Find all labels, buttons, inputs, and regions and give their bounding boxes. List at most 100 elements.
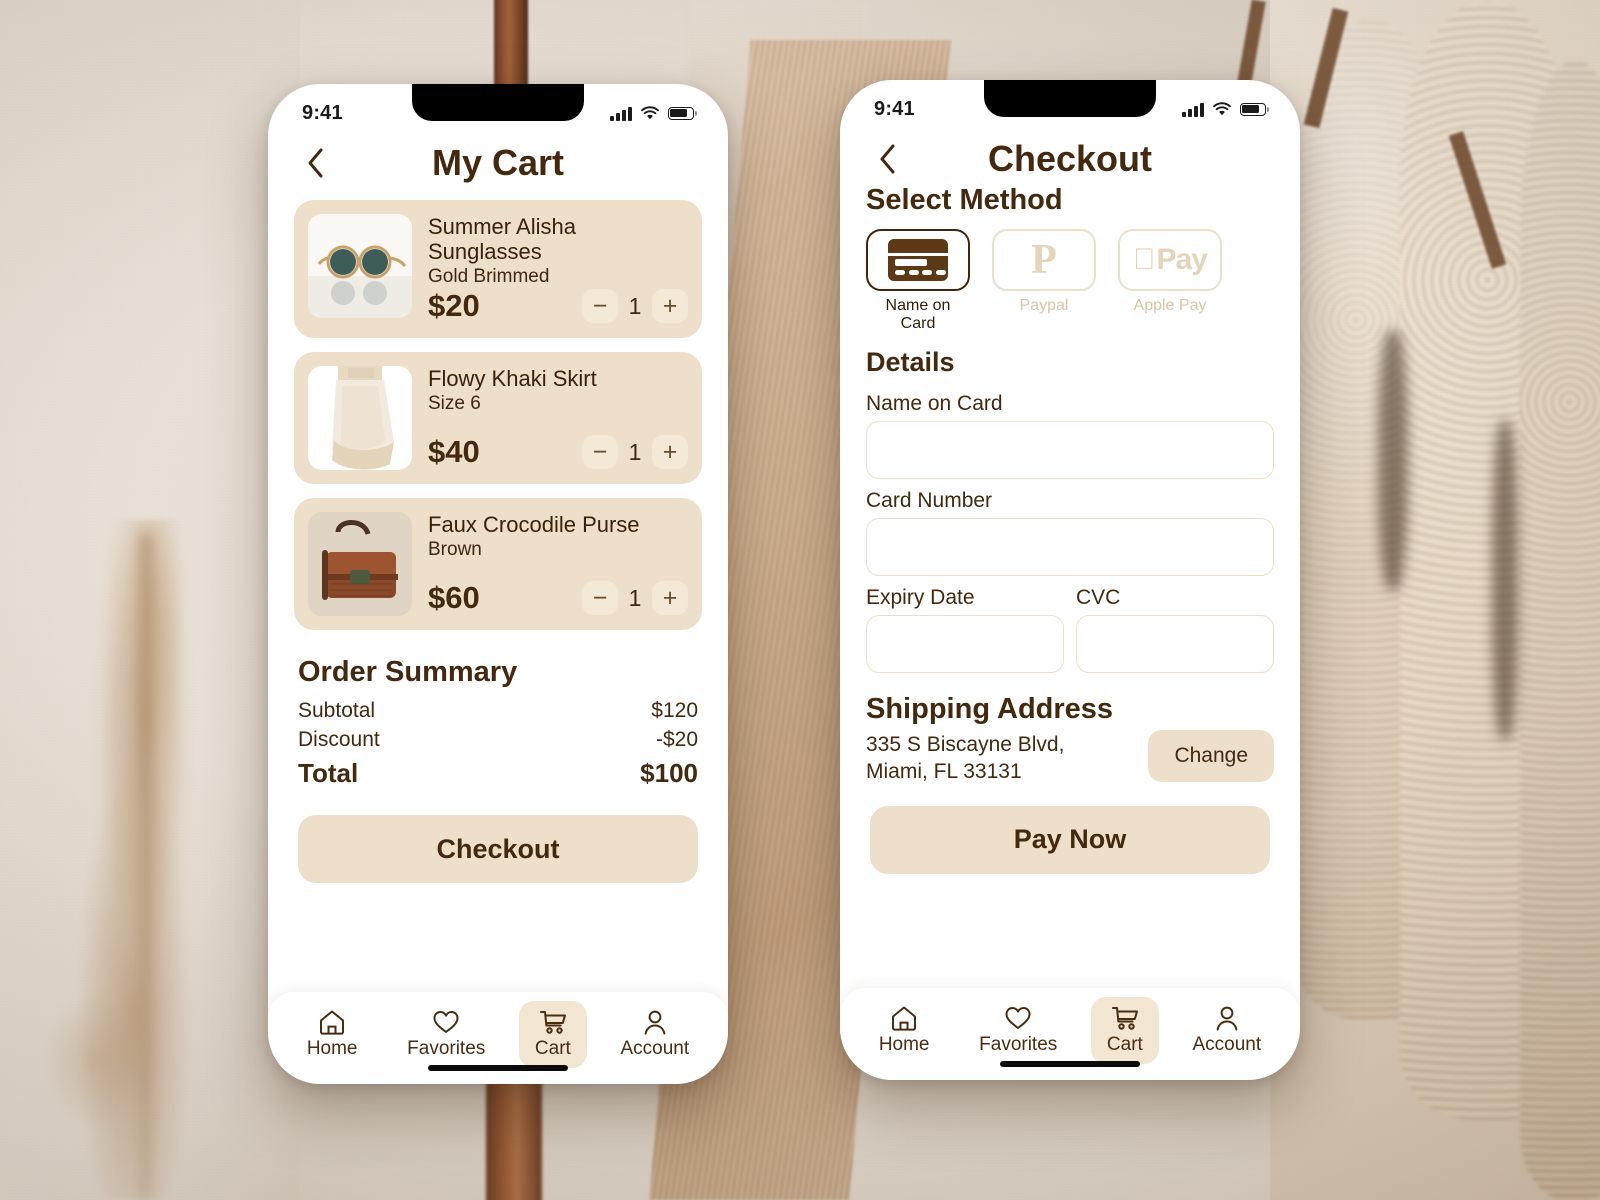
wifi-icon — [641, 105, 659, 119]
status-icons — [1182, 101, 1269, 117]
shipping-address-row: 335 S Biscayne Blvd, Miami, FL 33131 Cha… — [840, 726, 1300, 786]
page-title: My Cart — [431, 142, 565, 183]
back-button[interactable] — [870, 142, 904, 176]
expiry-cvc-row: Expiry Date CVC — [866, 576, 1274, 673]
decrease-quantity-button[interactable]: − — [582, 581, 618, 616]
tab-favorites[interactable]: Favorites — [963, 997, 1073, 1064]
sunglasses-thumbnail — [308, 214, 412, 318]
payment-method-paypal-label: Paypal — [1019, 297, 1069, 314]
cart-item-variant: Gold Brimmed — [428, 266, 550, 288]
change-address-button[interactable]: Change — [1148, 730, 1274, 782]
tab-home-label: Home — [306, 1038, 358, 1059]
payment-method-paypal-box: P — [992, 229, 1096, 291]
cart-item[interactable]: Flowy Khaki Skirt Size 6 $40 − 1 + — [294, 352, 702, 485]
subtotal-label: Subtotal — [298, 699, 376, 723]
increase-quantity-button[interactable]: + — [652, 435, 688, 470]
expiry-date-input[interactable] — [866, 615, 1064, 673]
back-button[interactable] — [298, 146, 332, 180]
details-heading: Details — [866, 347, 955, 377]
tab-home[interactable]: Home — [291, 1001, 374, 1068]
status-time: 9:41 — [302, 101, 343, 124]
battery-icon — [1240, 102, 1269, 116]
notch — [412, 84, 584, 121]
payment-method-card[interactable]: Name on Card — [866, 229, 970, 333]
tab-account[interactable]: Account — [1176, 997, 1277, 1064]
tab-cart[interactable]: Cart — [1090, 997, 1159, 1064]
expiry-date-label: Expiry Date — [866, 586, 975, 609]
tab-favorites[interactable]: Favorites — [391, 1001, 501, 1068]
quantity-stepper: − 1 + — [582, 289, 688, 324]
cart-item-footer: $60 − 1 + — [428, 580, 688, 616]
payment-method-applepay-label: Apple Pay — [1133, 297, 1207, 314]
address-line-1: 335 S Biscayne Blvd, — [866, 733, 1065, 756]
home-icon — [892, 1006, 917, 1031]
total-label: Total — [298, 758, 359, 789]
name-on-card-input[interactable] — [866, 421, 1274, 479]
cart-items-list: Summer Alisha Sunglasses Gold Brimmed $2… — [268, 200, 728, 631]
chevron-left-icon — [880, 144, 895, 174]
cvc-input[interactable] — [1076, 615, 1274, 673]
address-line-2: Miami, FL 33131 — [866, 759, 1022, 783]
person-icon — [1216, 1006, 1238, 1031]
signal-bars-icon — [1182, 102, 1204, 117]
card-number-input[interactable] — [866, 518, 1274, 576]
purse-thumbnail — [308, 512, 412, 617]
decrease-quantity-button[interactable]: − — [582, 435, 618, 470]
page-title: Checkout — [987, 138, 1153, 179]
status-time: 9:41 — [874, 97, 915, 120]
tab-cart-label: Cart — [1106, 1034, 1143, 1055]
cart-item-details: Summer Alisha Sunglasses Gold Brimmed $2… — [428, 214, 688, 324]
credit-card-icon — [888, 239, 948, 281]
tab-account[interactable]: Account — [604, 1001, 705, 1068]
cart-item[interactable]: Faux Crocodile Purse Brown $60 − 1 + — [294, 498, 702, 631]
quantity-stepper: − 1 + — [582, 581, 688, 616]
summary-row-subtotal: Subtotal $120 — [298, 699, 698, 723]
quantity-value: 1 — [628, 292, 642, 319]
cart-item-details: Flowy Khaki Skirt Size 6 $40 − 1 + — [428, 366, 688, 470]
order-summary-heading: Order Summary — [298, 656, 518, 689]
phone-cart-screen: 9:41 My Cart Summer Alisha Sunglasses Go… — [268, 84, 728, 1084]
quantity-stepper: − 1 + — [582, 435, 688, 470]
quantity-value: 1 — [628, 438, 642, 465]
home-icon — [320, 1010, 345, 1035]
tab-cart[interactable]: Cart — [518, 1001, 587, 1068]
background-vignette — [0, 0, 1600, 1200]
decrease-quantity-button[interactable]: − — [582, 289, 618, 324]
cart-header: My Cart — [268, 136, 728, 186]
tab-account-label: Account — [620, 1038, 690, 1059]
cart-item[interactable]: Summer Alisha Sunglasses Gold Brimmed $2… — [294, 200, 702, 339]
payment-method-paypal[interactable]: P Paypal — [992, 229, 1096, 333]
shipping-address-text: 335 S Biscayne Blvd, Miami, FL 33131 — [866, 730, 1064, 786]
battery-icon — [668, 106, 697, 120]
payment-method-applepay[interactable]: Pay Apple Pay — [1118, 229, 1222, 333]
payment-details-form: Name on Card Card Number Expiry Date CVC — [840, 378, 1300, 673]
heart-icon — [1005, 1007, 1031, 1029]
payment-method-applepay-box: Pay — [1118, 229, 1222, 291]
summary-row-total: Total $100 — [298, 758, 698, 789]
card-number-label: Card Number — [866, 489, 993, 512]
payment-method-card-box — [866, 229, 970, 291]
shopping-cart-icon — [539, 1011, 566, 1034]
checkout-header: Checkout — [840, 132, 1300, 182]
payment-method-card-label: Name on Card — [885, 297, 951, 332]
discount-label: Discount — [298, 728, 380, 752]
skirt-thumbnail — [308, 366, 412, 471]
tab-cart-label: Cart — [534, 1038, 571, 1059]
increase-quantity-button[interactable]: + — [652, 289, 688, 324]
checkout-button[interactable]: Checkout — [298, 815, 698, 884]
increase-quantity-button[interactable]: + — [652, 581, 688, 616]
background-photo — [0, 0, 1600, 1200]
subtotal-value: $120 — [651, 699, 698, 723]
pay-now-button[interactable]: Pay Now — [870, 805, 1270, 874]
cart-item-name: Summer Alisha Sunglasses — [428, 214, 576, 265]
tab-account-label: Account — [1192, 1034, 1262, 1055]
tab-favorites-label: Favorites — [407, 1038, 486, 1059]
cart-item-name: Faux Crocodile Purse — [428, 512, 640, 538]
summary-row-discount: Discount -$20 — [298, 728, 698, 752]
cart-item-variant: Size 6 — [428, 393, 481, 415]
total-value: $100 — [640, 758, 698, 789]
home-indicator — [428, 1065, 568, 1071]
tab-home[interactable]: Home — [863, 997, 946, 1064]
apple-pay-icon: Pay — [1133, 243, 1208, 276]
phone-checkout-screen: 9:41 Checkout Select Method Name on Card… — [840, 80, 1300, 1080]
